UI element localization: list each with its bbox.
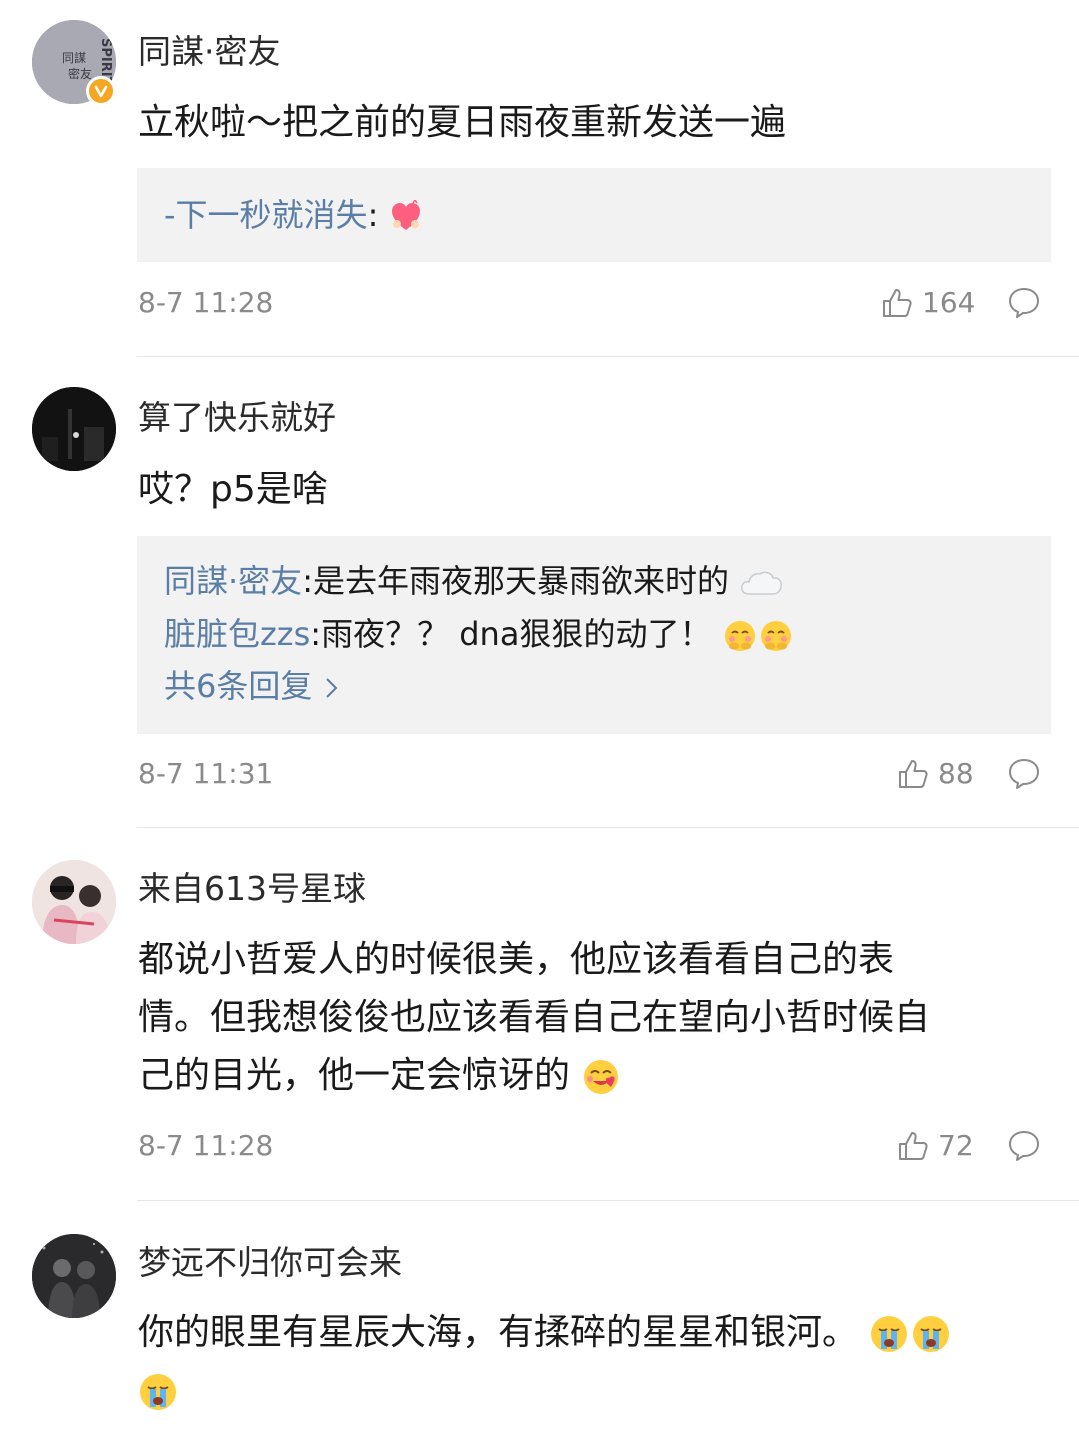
comment-text-line: 你的眼里有星辰大海，有揉碎的星星和银河。 bbox=[138, 1312, 859, 1353]
reply-username[interactable]: 同謀·密友 bbox=[164, 562, 302, 600]
comment-text-line: 情。但我想俊俊也应该看看自己在望向小哲时候自 bbox=[138, 997, 931, 1038]
avatar-image bbox=[32, 860, 116, 944]
username[interactable]: 来自613号星球 bbox=[138, 869, 366, 909]
comment-text: 你的眼里有星辰大海，有揉碎的星星和银河。 bbox=[138, 1304, 1038, 1420]
reply-icon[interactable] bbox=[1007, 757, 1041, 791]
comment-text: 都说小哲爱人的时候很美，他应该看看自己的表 情。但我想俊俊也应该看看自己在望向小… bbox=[138, 931, 1038, 1105]
timestamp: 8-7 11:31 bbox=[138, 757, 274, 790]
more-replies-link[interactable]: 共6条回复 bbox=[164, 666, 341, 706]
reply-text: :雨夜？？ dna狠狠的动了！ bbox=[310, 615, 712, 653]
like-count: 72 bbox=[938, 1129, 974, 1162]
svg-text:同謀: 同謀 bbox=[62, 51, 86, 65]
comment-text: 立秋啦～把之前的夏日雨夜重新发送一遍 bbox=[138, 102, 787, 143]
like-count: 88 bbox=[938, 757, 974, 790]
reply-box[interactable]: 同謀·密友:是去年雨夜那天暴雨欲来时的 脏脏包zzs:雨夜？？ dna狠狠的动了… bbox=[137, 536, 1051, 734]
username[interactable]: 同謀·密友 bbox=[138, 32, 281, 72]
comment-text: 哎？p5是啥 bbox=[138, 469, 328, 510]
reply-box[interactable]: -下一秒就消失: bbox=[137, 168, 1051, 262]
reply-item[interactable]: 脏脏包zzs:雨夜？？ dna狠狠的动了！ bbox=[164, 614, 794, 654]
svg-text:密友: 密友 bbox=[68, 66, 92, 81]
reply-item[interactable]: -下一秒就消失: bbox=[164, 195, 423, 235]
like-button[interactable]: 164 bbox=[880, 286, 975, 320]
username[interactable]: 算了快乐就好 bbox=[138, 398, 336, 438]
chevron-right-icon bbox=[325, 678, 337, 698]
reply-username[interactable]: -下一秒就消失 bbox=[164, 196, 368, 234]
like-count: 164 bbox=[922, 286, 976, 319]
reply-icon[interactable] bbox=[1007, 1129, 1041, 1163]
avatar[interactable] bbox=[32, 1234, 116, 1318]
like-icon bbox=[899, 760, 928, 788]
reply-text: :是去年雨夜那天暴雨欲来时的 bbox=[302, 562, 729, 600]
more-replies-label: 共6条回复 bbox=[164, 667, 313, 705]
love-emoji-icon bbox=[584, 1060, 619, 1094]
avatar-image bbox=[32, 1234, 116, 1318]
avatar[interactable] bbox=[32, 860, 116, 944]
like-icon bbox=[899, 1132, 928, 1160]
like-button[interactable]: 72 bbox=[896, 1129, 974, 1163]
like-icon bbox=[883, 289, 912, 317]
verified-badge-icon bbox=[86, 76, 116, 106]
timestamp: 8-7 11:28 bbox=[138, 286, 274, 319]
reply-text: : bbox=[367, 196, 379, 234]
crying-emoji-icon bbox=[871, 1316, 950, 1352]
reply-item[interactable]: 同謀·密友:是去年雨夜那天暴雨欲来时的 bbox=[164, 561, 785, 601]
timestamp: 8-7 11:28 bbox=[138, 1129, 274, 1162]
cloud-emoji-icon bbox=[741, 571, 783, 595]
comment-item: 来自613号星球 都说小哲爱人的时候很美，他应该看看自己的表 情。但我想俊俊也应… bbox=[0, 828, 1079, 1201]
reply-icon[interactable] bbox=[1007, 286, 1041, 320]
comment-text-line: 己的目光，他一定会惊讶的 bbox=[138, 1055, 571, 1096]
reply-username[interactable]: 脏脏包zzs bbox=[164, 615, 310, 653]
avatar-image bbox=[32, 387, 116, 471]
comment-item: SPIRIT 同謀 密友 同謀·密友 立秋啦～把之前的夏日雨夜重新发送一遍 -下… bbox=[0, 0, 1079, 357]
crying-emoji-icon bbox=[140, 1374, 176, 1410]
username[interactable]: 梦远不归你可会来 bbox=[138, 1243, 402, 1283]
comment-text-line-wrap: 己的目光，他一定会惊讶的 bbox=[138, 1047, 1038, 1105]
avatar[interactable] bbox=[32, 387, 116, 471]
shy-emoji-icon bbox=[724, 621, 791, 651]
comment-item: 算了快乐就好 哎？p5是啥 同謀·密友:是去年雨夜那天暴雨欲来时的 脏脏包zzs… bbox=[0, 357, 1079, 828]
comment-text-line: 都说小哲爱人的时候很美，他应该看看自己的表 bbox=[138, 939, 895, 980]
like-button[interactable]: 88 bbox=[896, 757, 974, 791]
comment-item: 梦远不归你可会来 你的眼里有星辰大海，有揉碎的星星和银河。 bbox=[0, 1201, 1079, 1441]
heart-emoji-icon bbox=[391, 200, 420, 230]
